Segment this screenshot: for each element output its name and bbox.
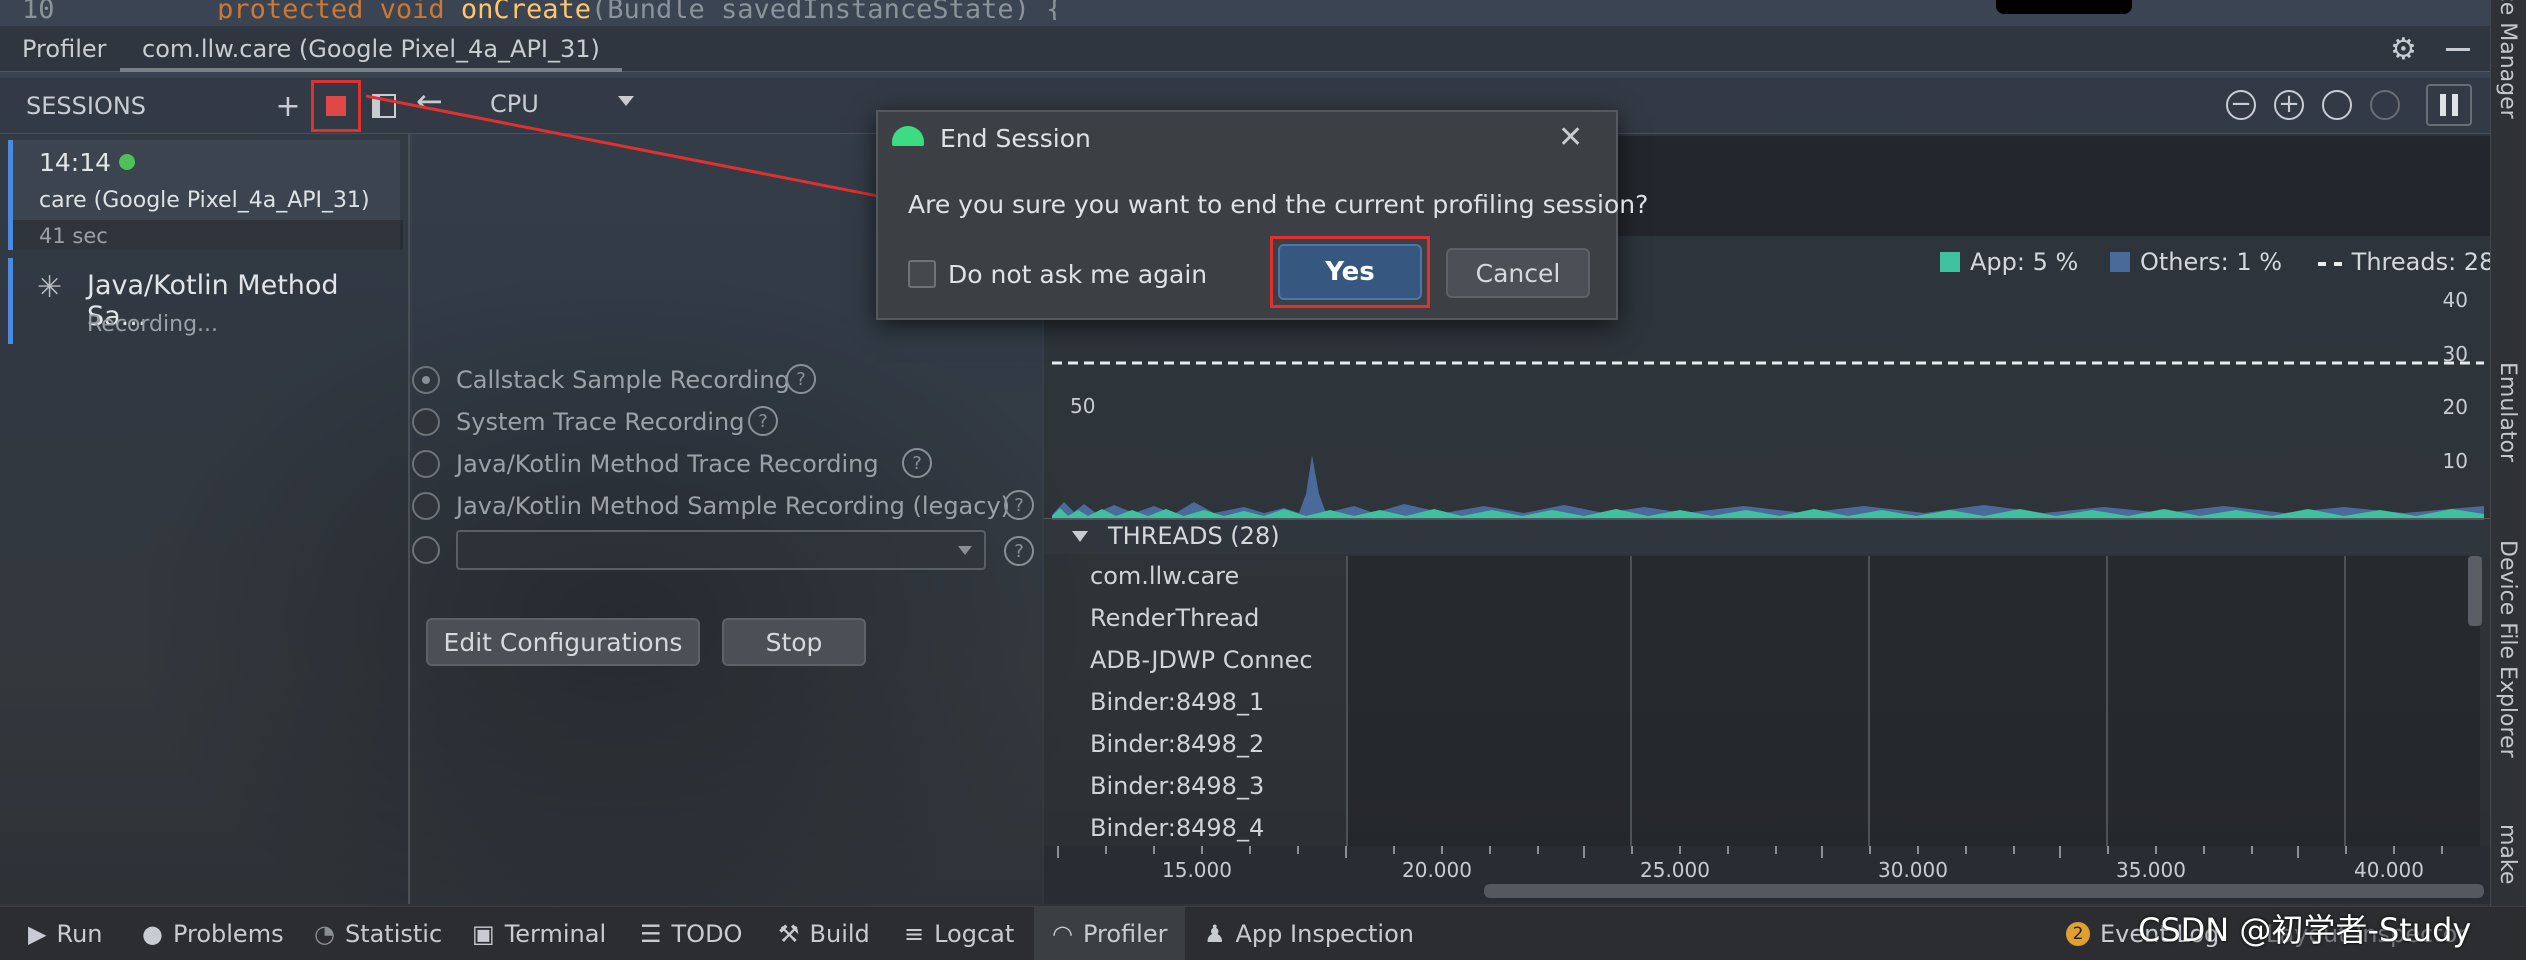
end-session-dialog: End Session ✕ Are you sure you want to e…	[876, 110, 1648, 320]
hammer-icon: ⚒	[778, 920, 800, 948]
do-not-ask-checkbox[interactable]	[908, 260, 936, 288]
statistic-tab[interactable]: ◔ Statistic	[314, 907, 442, 960]
logcat-label: Logcat	[934, 920, 1015, 948]
dialog-title: End Session	[940, 124, 1091, 153]
android-icon	[892, 126, 924, 146]
inspection-icon: ♟	[1204, 920, 1226, 948]
dialog-message: Are you sure you want to end the current…	[908, 190, 1649, 219]
logcat-icon: ≡	[904, 920, 925, 948]
close-icon[interactable]: ✕	[1558, 120, 1583, 155]
event-count-badge: 2	[2066, 922, 2090, 946]
terminal-label: Terminal	[504, 920, 607, 948]
todo-tab[interactable]: ☰ TODO	[640, 907, 742, 960]
terminal-tab[interactable]: ▣ Terminal	[472, 907, 606, 960]
cancel-button[interactable]: Cancel	[1446, 248, 1590, 298]
make-tab[interactable]: make	[2495, 824, 2520, 884]
yes-button[interactable]: Yes	[1278, 244, 1422, 300]
right-tool-strip: Device Manager Emulator Device File Expl…	[2490, 0, 2526, 906]
todo-label: TODO	[671, 920, 743, 948]
logcat-tab[interactable]: ≡ Logcat	[904, 907, 1014, 960]
run-tab[interactable]: ▶ Run	[28, 907, 103, 960]
emulator-tab[interactable]: Emulator	[2495, 362, 2520, 462]
pie-icon: ◔	[314, 920, 335, 948]
gauge-icon: ◠	[1052, 920, 1073, 948]
statistic-label: Statistic	[344, 920, 443, 948]
app-inspection-tab[interactable]: ♟ App Inspection	[1204, 907, 1414, 960]
problems-tab[interactable]: ● Problems	[142, 907, 284, 960]
profiler-label: Profiler	[1082, 920, 1168, 948]
problems-label: Problems	[172, 920, 284, 948]
app-inspection-label: App Inspection	[1235, 920, 1414, 948]
watermark: CSDN @初学者-Study	[2138, 911, 2472, 949]
run-label: Run	[56, 920, 103, 948]
build-label: Build	[809, 920, 870, 948]
profiler-tab[interactable]: ◠ Profiler	[1034, 907, 1186, 960]
build-tab[interactable]: ⚒ Build	[778, 907, 870, 960]
warning-circle-icon: ●	[142, 920, 163, 948]
checkbox-label: Do not ask me again	[948, 260, 1208, 289]
terminal-icon: ▣	[472, 920, 495, 948]
play-icon: ▶	[28, 920, 47, 948]
device-manager-tab[interactable]: Device Manager	[2495, 0, 2520, 119]
list-icon: ☰	[640, 920, 662, 948]
device-file-explorer-tab[interactable]: Device File Explorer	[2495, 540, 2520, 758]
